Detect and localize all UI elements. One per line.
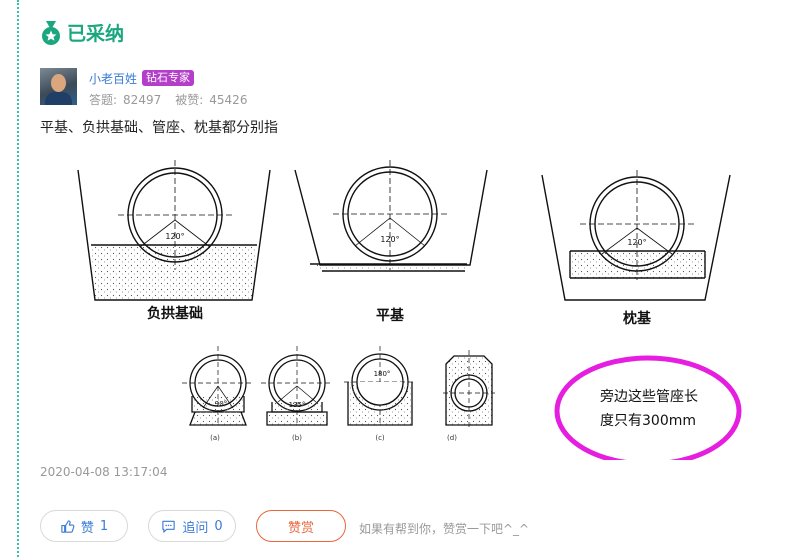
caption-a: (a) <box>210 434 220 442</box>
follow-up-button[interactable]: 追问 0 <box>148 510 236 542</box>
flat-base-diagram <box>294 160 488 272</box>
likes-label: 被赞: <box>175 93 204 107</box>
accepted-label: 已采纳 <box>67 23 125 45</box>
caption-d: (d) <box>447 434 457 442</box>
caption-c: (c) <box>375 434 385 442</box>
like-label: 赞 <box>80 520 94 536</box>
angle-label-2: 120° <box>380 235 399 244</box>
caption-pillow: 枕基 <box>623 310 652 327</box>
pipe-seat-d <box>443 350 495 430</box>
pillow-base-diagram <box>541 170 731 301</box>
caption-flat: 平基 <box>376 307 405 324</box>
thumb-up-icon <box>61 519 75 533</box>
caption-negative-arch: 负拱基础 <box>147 305 203 322</box>
username-link[interactable]: 小老百姓 <box>89 70 137 87</box>
follow-up-count: 0 <box>214 518 223 534</box>
reward-button[interactable]: 赞赏 <box>256 510 346 542</box>
annotation-line-2: 度只有300mm <box>600 413 696 429</box>
annotation-line-1: 旁边这些管座长 <box>600 388 698 405</box>
annotation-ellipse <box>554 355 742 460</box>
angle-label-a: 90° <box>215 400 227 408</box>
like-button[interactable]: 赞 1 <box>40 510 128 542</box>
avatar[interactable] <box>40 68 77 105</box>
negative-arch-diagram <box>77 160 271 301</box>
likes-count: 45426 <box>209 93 248 107</box>
left-dotted-rule <box>17 0 19 557</box>
reward-hint: 如果有帮到你，赞赏一下吧^_^ <box>359 522 530 536</box>
expert-badge: 钻石专家 <box>142 70 194 86</box>
pipe-seat-c <box>344 346 416 426</box>
angle-label-c: 180° <box>374 370 391 378</box>
answers-count: 82497 <box>123 93 162 107</box>
angle-label-1: 120° <box>165 232 184 241</box>
answer-text: 平基、负拱基础、管座、枕基都分别指 <box>40 120 278 136</box>
answers-label: 答题: <box>89 93 118 107</box>
medal-icon <box>42 20 60 45</box>
like-count: 1 <box>99 518 109 534</box>
accepted-status: 已采纳 <box>40 19 124 46</box>
answerer-stats: 答题: 82497 被赞: 45426 <box>89 91 253 108</box>
answer-timestamp: 2020-04-08 13:17:04 <box>40 465 168 479</box>
pipe-seat-b <box>261 346 333 426</box>
pipe-foundation-figure: 120° 负拱基础 120° 平基 120° 枕基 90° (a) 135° (… <box>77 160 742 460</box>
pipe-seat-a <box>182 346 254 426</box>
chat-bubble-icon <box>162 520 176 533</box>
angle-label-b: 135° <box>289 401 306 409</box>
follow-up-label: 追问 <box>182 520 209 536</box>
angle-label-3: 120° <box>627 238 646 247</box>
caption-b: (b) <box>292 434 302 442</box>
